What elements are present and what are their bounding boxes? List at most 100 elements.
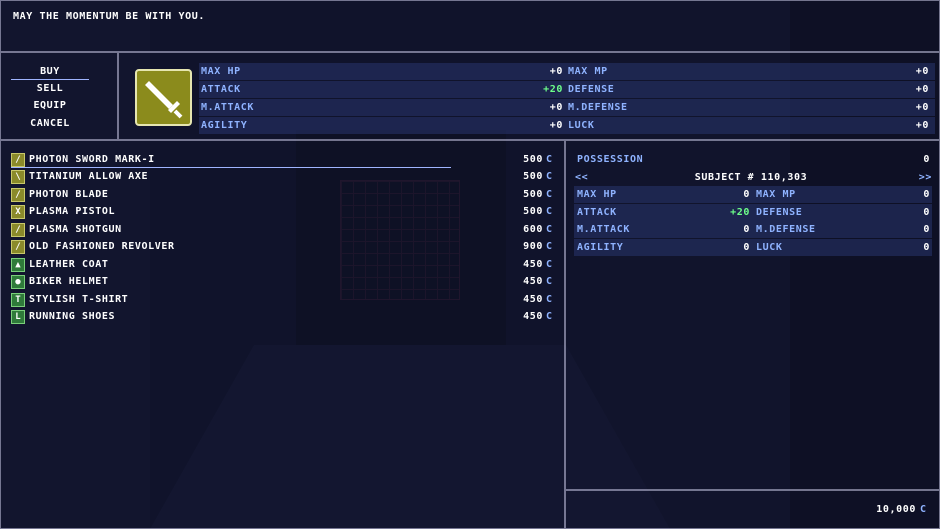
subject-name: SUBJECT # 110,303 <box>694 172 808 183</box>
item-name: PLASMA PISTOL <box>29 206 116 217</box>
shirt-icon: T <box>11 293 25 307</box>
item-price: 500 <box>523 206 543 217</box>
list-item[interactable]: / PHOTON SWORD MARK-I 500 C <box>11 152 556 169</box>
item-list-window: / PHOTON SWORD MARK-I 500 C \ TITANIUM A… <box>0 140 565 529</box>
gun-icon: / <box>11 240 25 254</box>
cancel-command[interactable]: CANCEL <box>11 118 89 129</box>
item-name: PLASMA SHOTGUN <box>29 224 122 235</box>
item-name: PHOTON SWORD MARK-I <box>29 154 155 165</box>
possession-label: POSSESSION <box>577 154 644 165</box>
status-window: POSSESSION 0 << SUBJECT # 110,303 >> MAX… <box>565 140 940 490</box>
currency-unit: C <box>546 241 553 252</box>
list-item[interactable]: / OLD FASHIONED REVOLVER 900 C <box>11 239 556 256</box>
compare-label-maxhp: MAX HP <box>201 66 241 77</box>
gold-window: 10,000 C <box>565 490 940 529</box>
list-item[interactable]: \ TITANIUM ALLOW AXE 500 C <box>11 169 556 186</box>
subject-value-maxmp: 0 <box>923 189 930 200</box>
subject-label-attack: ATTACK <box>577 207 617 218</box>
compare-value-defense: +0 <box>915 84 929 95</box>
sword-icon: / <box>11 188 25 202</box>
command-cursor <box>11 79 89 80</box>
compare-label-attack: ATTACK <box>201 84 241 95</box>
compare-row-hl-4 <box>199 117 935 134</box>
prev-subject-button[interactable]: << <box>575 172 588 183</box>
item-price: 450 <box>523 311 543 322</box>
item-name: STYLISH T-SHIRT <box>29 294 129 305</box>
compare-label-defense: DEFENSE <box>568 84 615 95</box>
status-compare-window: MAX HP +0 ATTACK +20 M.ATTACK +0 AGILITY… <box>118 52 940 140</box>
gun-icon: / <box>11 223 25 237</box>
subject-value-agility: 0 <box>743 242 750 253</box>
helmet-icon: ● <box>11 275 25 289</box>
item-price: 900 <box>523 241 543 252</box>
compare-row-hl-2 <box>199 81 935 98</box>
compare-value-maxmp: +0 <box>915 66 929 77</box>
subject-label-maxhp: MAX HP <box>577 189 617 200</box>
armor-icon: ▲ <box>11 258 25 272</box>
list-item[interactable]: / PLASMA SHOTGUN 600 C <box>11 222 556 239</box>
list-item[interactable]: L RUNNING SHOES 450 C <box>11 309 556 326</box>
item-price: 450 <box>523 276 543 287</box>
buy-command[interactable]: BUY <box>11 66 89 77</box>
item-name: PHOTON BLADE <box>29 189 109 200</box>
sell-command[interactable]: SELL <box>11 83 89 94</box>
compare-value-mattack: +0 <box>549 102 563 113</box>
currency-unit: C <box>546 206 553 217</box>
currency-unit: C <box>546 154 553 165</box>
help-text: MAY THE MOMENTUM BE WITH YOU. <box>13 11 205 22</box>
currency-unit: C <box>546 276 553 287</box>
item-price: 500 <box>523 171 543 182</box>
subject-value-mdefense: 0 <box>923 224 930 235</box>
item-price: 450 <box>523 294 543 305</box>
compare-label-luck: LUCK <box>568 120 595 131</box>
subject-label-mattack: M.ATTACK <box>577 224 630 235</box>
subject-label-agility: AGILITY <box>577 242 624 253</box>
command-window: BUY SELL EQUIP CANCEL <box>0 52 118 140</box>
axe-icon: \ <box>11 170 25 184</box>
list-item[interactable]: X PLASMA PISTOL 500 C <box>11 204 556 221</box>
compare-label-agility: AGILITY <box>201 120 248 131</box>
subject-label-defense: DEFENSE <box>756 207 803 218</box>
currency-unit: C <box>546 259 553 270</box>
help-window: MAY THE MOMENTUM BE WITH YOU. <box>0 0 940 52</box>
possession-value: 0 <box>923 154 930 165</box>
sword-icon: / <box>11 153 25 167</box>
list-item[interactable]: ▲ LEATHER COAT 450 C <box>11 257 556 274</box>
currency-unit: C <box>546 171 553 182</box>
next-subject-button[interactable]: >> <box>896 172 932 183</box>
currency-unit: C <box>546 311 553 322</box>
subject-value-mattack: 0 <box>743 224 750 235</box>
gold-value: 10,000 <box>876 504 916 515</box>
compare-value-attack: +20 <box>543 84 563 95</box>
subject-label-mdefense: M.DEFENSE <box>756 224 816 235</box>
subject-value-attack: +20 <box>730 207 750 218</box>
currency-unit: C <box>546 189 553 200</box>
item-name: TITANIUM ALLOW AXE <box>29 171 149 182</box>
item-price: 600 <box>523 224 543 235</box>
compare-value-agility: +0 <box>549 120 563 131</box>
compare-value-luck: +0 <box>915 120 929 131</box>
item-price: 500 <box>523 189 543 200</box>
item-name: BIKER HELMET <box>29 276 109 287</box>
sword-icon-graphic <box>145 81 183 119</box>
list-item[interactable]: T STYLISH T-SHIRT 450 C <box>11 292 556 309</box>
compare-label-mattack: M.ATTACK <box>201 102 254 113</box>
item-name: RUNNING SHOES <box>29 311 116 322</box>
gun-icon: X <box>11 205 25 219</box>
list-item[interactable]: ● BIKER HELMET 450 C <box>11 274 556 291</box>
sword-icon <box>135 69 192 126</box>
subject-value-defense: 0 <box>923 207 930 218</box>
currency-unit: C <box>546 294 553 305</box>
compare-label-maxmp: MAX MP <box>568 66 608 77</box>
compare-row-hl-3 <box>199 99 935 116</box>
subject-label-maxmp: MAX MP <box>756 189 796 200</box>
currency-unit: C <box>546 224 553 235</box>
compare-row-hl-1 <box>199 63 935 80</box>
gold-unit: C <box>920 504 927 515</box>
subject-label-luck: LUCK <box>756 242 783 253</box>
item-name: LEATHER COAT <box>29 259 109 270</box>
list-item[interactable]: / PHOTON BLADE 500 C <box>11 187 556 204</box>
subject-value-maxhp: 0 <box>743 189 750 200</box>
equip-command[interactable]: EQUIP <box>11 100 89 111</box>
item-price: 450 <box>523 259 543 270</box>
